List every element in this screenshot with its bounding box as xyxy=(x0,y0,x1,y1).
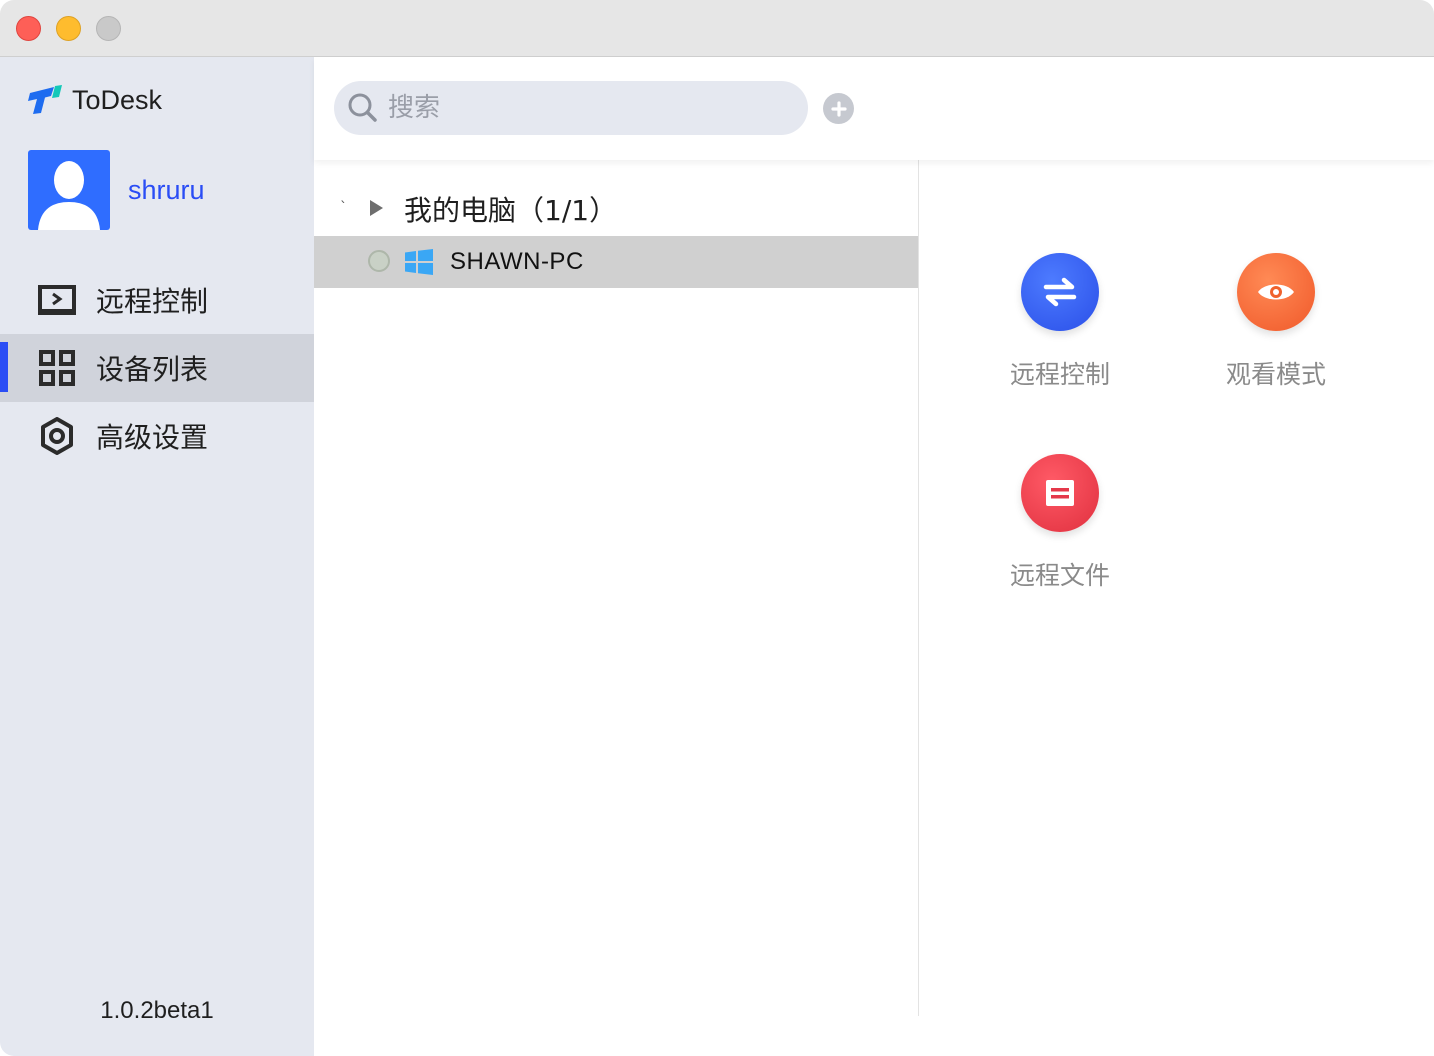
search-input[interactable] xyxy=(388,93,768,123)
sidebar-item-remote-control[interactable]: 远程控制 xyxy=(0,266,314,334)
sidebar: ToDesk shruru 远程控制 设备列表 高级设置 1.0.2beta1 xyxy=(0,57,314,1056)
search-bar-area xyxy=(314,57,1434,160)
sidebar-item-label: 远程控制 xyxy=(96,285,209,318)
expand-caret-icon[interactable] xyxy=(370,200,383,216)
sidebar-item-advanced-settings[interactable]: 高级设置 xyxy=(0,402,314,470)
remote-control-button[interactable]: 远程控制 xyxy=(980,253,1140,391)
device-name: SHAWN-PC xyxy=(450,248,584,275)
version-label: 1.0.2beta1 xyxy=(100,997,214,1024)
group-marker-icon: ˋ xyxy=(340,200,347,216)
title-bar xyxy=(0,0,1434,57)
eye-icon xyxy=(1237,253,1315,331)
device-row[interactable]: SHAWN-PC xyxy=(314,236,918,288)
sidebar-item-label: 高级设置 xyxy=(96,421,209,454)
todesk-logo-icon xyxy=(28,85,62,114)
search-icon xyxy=(348,93,377,122)
device-group-row[interactable]: ˋ 我的电脑（1/1） xyxy=(314,186,918,230)
view-mode-label: 观看模式 xyxy=(1225,360,1326,389)
maximize-window-button[interactable] xyxy=(96,16,121,41)
remote-file-button[interactable]: 远程文件 xyxy=(980,454,1140,592)
sidebar-item-device-list[interactable]: 设备列表 xyxy=(0,334,314,402)
status-dot-icon xyxy=(368,250,390,272)
sidebar-nav: 远程控制 设备列表 高级设置 xyxy=(0,266,314,470)
file-icon xyxy=(1021,454,1099,532)
remote-screen-icon xyxy=(38,281,76,319)
plus-icon xyxy=(830,100,847,117)
gear-icon xyxy=(38,417,76,455)
sidebar-item-label: 设备列表 xyxy=(96,353,209,386)
minimize-window-button[interactable] xyxy=(56,16,81,41)
remote-file-label: 远程文件 xyxy=(1009,561,1110,590)
username[interactable]: shruru xyxy=(128,175,205,206)
view-mode-button[interactable]: 观看模式 xyxy=(1196,253,1356,391)
app-name: ToDesk xyxy=(72,84,163,115)
remote-control-label: 远程控制 xyxy=(1009,360,1110,389)
todesk-window: ToDesk shruru 远程控制 设备列表 高级设置 1.0.2beta1 … xyxy=(0,0,1434,1056)
close-window-button[interactable] xyxy=(16,16,41,41)
windows-icon xyxy=(405,249,433,275)
add-device-button[interactable] xyxy=(823,93,854,124)
brand: ToDesk xyxy=(28,83,162,117)
device-group-label: 我的电脑（1/1） xyxy=(404,194,618,227)
action-panel: 远程控制 观看模式 远程文件 xyxy=(919,160,1434,1056)
swap-arrows-icon xyxy=(1021,253,1099,331)
user-profile[interactable]: shruru xyxy=(28,150,205,230)
device-list: ˋ 我的电脑（1/1） SHAWN-PC xyxy=(314,160,918,1056)
user-avatar-icon[interactable] xyxy=(28,150,110,230)
search-box[interactable] xyxy=(334,81,808,135)
grid-icon xyxy=(38,349,76,387)
